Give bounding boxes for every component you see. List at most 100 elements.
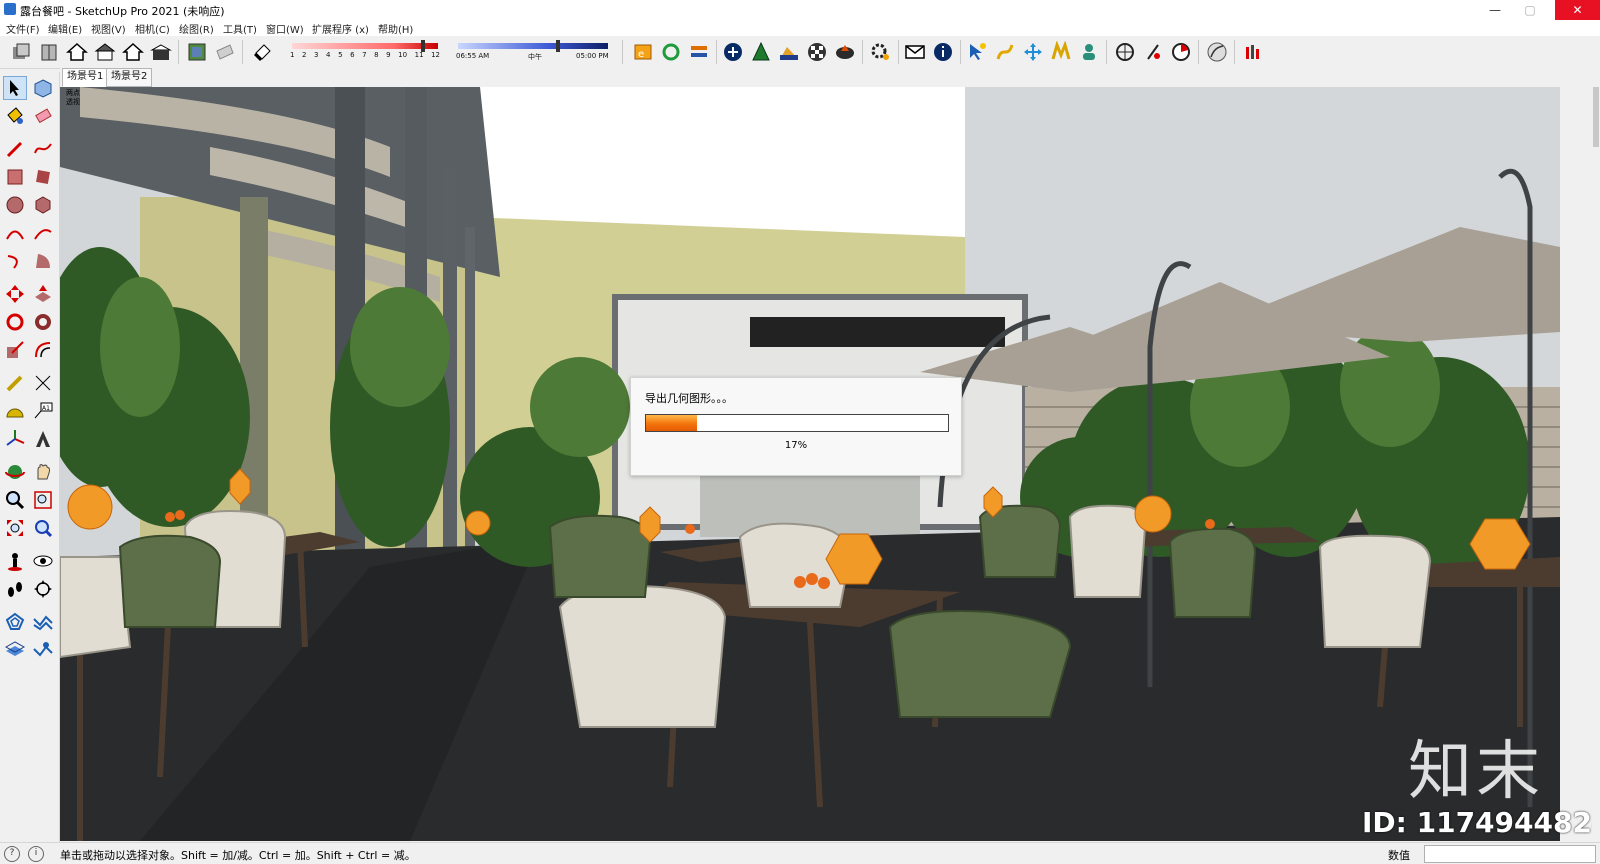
person-icon[interactable]	[1078, 41, 1100, 63]
3d-text-icon[interactable]	[32, 428, 54, 450]
shadow-month-slider[interactable]: 1 2 3 4 5 6 7 8 9 10 11 12	[288, 40, 440, 64]
add-location-icon[interactable]	[214, 41, 236, 63]
tab-scene-2[interactable]: 场景号2	[106, 68, 153, 87]
timer-icon[interactable]	[1170, 41, 1192, 63]
select-arrow-icon[interactable]	[966, 41, 988, 63]
freehand-icon[interactable]	[32, 138, 54, 160]
menu-help[interactable]: 帮助(H)	[378, 21, 413, 36]
rotated-rectangle-icon[interactable]	[32, 166, 54, 188]
mail-icon[interactable]	[904, 41, 926, 63]
plug-icon[interactable]	[1142, 41, 1164, 63]
menu-camera[interactable]: 相机(C)	[135, 21, 170, 36]
protractor-icon[interactable]	[4, 400, 26, 422]
menu-bar: 文件(F) 编辑(E) 视图(V) 相机(C) 绘图(R) 工具(T) 窗口(W…	[0, 20, 1600, 36]
scale-icon[interactable]	[4, 339, 26, 361]
two-point-arc-icon[interactable]	[32, 222, 54, 244]
flag-icon[interactable]	[1242, 41, 1264, 63]
minimize-button[interactable]: —	[1480, 0, 1510, 20]
get-models-icon[interactable]	[10, 41, 32, 63]
checker-icon[interactable]	[806, 41, 828, 63]
polygon-icon[interactable]	[32, 194, 54, 216]
menu-extensions[interactable]: 扩展程序 (x)	[312, 21, 369, 36]
move-arrows-icon[interactable]	[1022, 41, 1044, 63]
menu-edit[interactable]: 编辑(E)	[48, 21, 82, 36]
tape-measure-icon[interactable]	[4, 372, 26, 394]
orbit-icon[interactable]	[4, 461, 26, 483]
shadow-time-slider[interactable]: 06:55 AM 中午 05:00 PM	[456, 40, 616, 64]
info-icon[interactable]	[932, 41, 954, 63]
send-layout-icon[interactable]	[688, 41, 710, 63]
menu-file[interactable]: 文件(F)	[6, 21, 40, 36]
month-label: 1	[290, 51, 295, 59]
sandbox-contours-icon[interactable]	[4, 611, 26, 633]
sync-icon[interactable]	[660, 41, 682, 63]
dimension-icon[interactable]	[32, 372, 54, 394]
scrollbar-thumb[interactable]	[1593, 87, 1599, 147]
progress-message: 导出几何图形。。。	[645, 392, 733, 405]
geo-location-icon[interactable]	[186, 41, 208, 63]
viewport-scrollbar[interactable]	[1592, 87, 1600, 841]
settings-icon[interactable]	[870, 41, 892, 63]
sketch-icon[interactable]	[1206, 41, 1228, 63]
zoom-window-icon[interactable]	[32, 489, 54, 511]
menu-view[interactable]: 视图(V)	[91, 21, 126, 36]
stamp-icon[interactable]	[32, 639, 54, 661]
axes-icon[interactable]	[4, 428, 26, 450]
paint-bucket-icon[interactable]	[4, 105, 26, 127]
position-camera-icon[interactable]	[4, 550, 26, 572]
text-icon[interactable]: A1	[32, 400, 54, 422]
month-label: 3	[314, 51, 319, 59]
offset-icon[interactable]	[32, 339, 54, 361]
add-icon[interactable]	[722, 41, 744, 63]
measurements-input[interactable]	[1424, 845, 1596, 863]
circle-icon[interactable]	[4, 194, 26, 216]
month-label: 10	[398, 51, 408, 59]
extension-warehouse-icon[interactable]: e	[632, 41, 654, 63]
arc-icon[interactable]	[4, 222, 26, 244]
menu-tools[interactable]: 工具(T)	[223, 21, 257, 36]
terrain-icon[interactable]	[778, 41, 800, 63]
maximize-button[interactable]: ▢	[1515, 0, 1545, 20]
close-button[interactable]: ✕	[1555, 0, 1600, 20]
warehouse-icon[interactable]	[38, 41, 60, 63]
follow-me-icon[interactable]	[32, 311, 54, 333]
tab-scene-1[interactable]: 场景号1	[62, 68, 109, 87]
section-plane-icon[interactable]	[32, 578, 54, 600]
time-end-label: 05:00 PM	[576, 52, 609, 60]
look-around-icon[interactable]	[32, 550, 54, 572]
home-top-icon[interactable]	[94, 41, 116, 63]
info-status-icon[interactable]: i	[28, 846, 44, 862]
three-point-arc-icon[interactable]	[4, 250, 26, 272]
upload-icon[interactable]	[834, 41, 856, 63]
pan-icon[interactable]	[32, 461, 54, 483]
home-iso-icon[interactable]	[66, 41, 88, 63]
pencil-icon[interactable]	[4, 138, 26, 160]
menu-draw[interactable]: 绘图(R)	[179, 21, 214, 36]
home-right-icon[interactable]	[150, 41, 172, 63]
time-slider-knob[interactable]	[556, 40, 560, 52]
shadow-toggle-icon[interactable]	[252, 41, 274, 63]
sandbox-scratch-icon[interactable]	[32, 611, 54, 633]
walk-icon[interactable]	[4, 578, 26, 600]
rotate-icon[interactable]	[4, 311, 26, 333]
component-icon[interactable]	[32, 77, 54, 99]
push-pull-icon[interactable]	[32, 283, 54, 305]
geo-status-icon[interactable]: ?	[4, 846, 20, 862]
rectangle-icon[interactable]	[4, 166, 26, 188]
move-icon[interactable]	[4, 283, 26, 305]
previous-view-icon[interactable]	[32, 517, 54, 539]
crosshair-icon[interactable]	[1114, 41, 1136, 63]
ruler-m-icon[interactable]	[1050, 41, 1072, 63]
menu-window[interactable]: 窗口(W)	[266, 21, 304, 36]
tree-icon[interactable]	[750, 41, 772, 63]
pie-icon[interactable]	[32, 250, 54, 272]
main-toolbar: 1 2 3 4 5 6 7 8 9 10 11 12 06:55 AM 中午 0…	[0, 36, 1600, 69]
home-front-icon[interactable]	[122, 41, 144, 63]
path-icon[interactable]	[994, 41, 1016, 63]
smoove-icon[interactable]	[4, 639, 26, 661]
select-icon[interactable]	[3, 76, 27, 100]
zoom-icon[interactable]	[4, 489, 26, 511]
zoom-extents-icon[interactable]	[4, 517, 26, 539]
month-label: 6	[350, 51, 355, 59]
eraser-icon[interactable]	[32, 105, 54, 127]
